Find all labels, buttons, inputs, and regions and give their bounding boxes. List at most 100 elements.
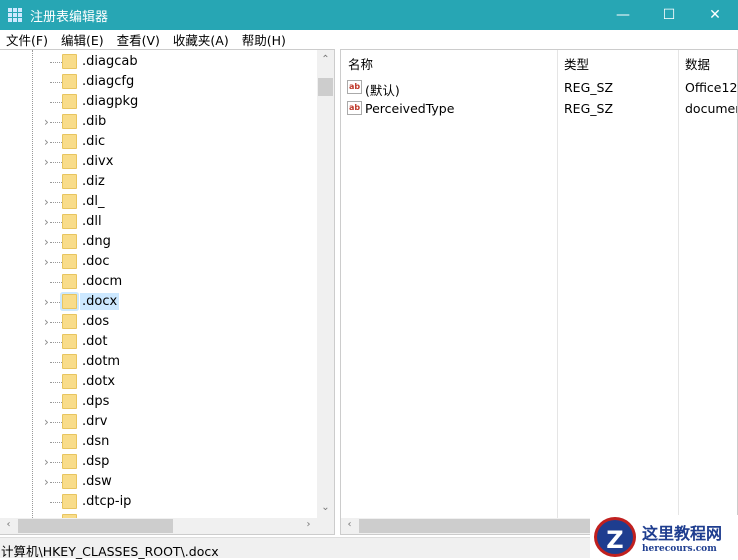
scroll-thumb[interactable] xyxy=(318,78,333,96)
expand-chevron-icon[interactable]: › xyxy=(44,235,49,249)
tree-node[interactable]: .diagcfg xyxy=(0,72,320,92)
folder-icon xyxy=(62,434,77,449)
tree-vertical-scrollbar[interactable]: ⌃ ⌄ xyxy=(317,50,334,520)
string-value-icon: ab xyxy=(347,101,362,115)
menu-help[interactable]: 帮助(H) xyxy=(236,30,293,49)
scroll-down-arrow[interactable]: ⌄ xyxy=(317,502,334,513)
tree-node-label: .diz xyxy=(82,174,105,189)
tree-connector xyxy=(50,462,62,463)
tree-connector xyxy=(50,142,62,143)
expand-chevron-icon[interactable]: › xyxy=(44,295,49,309)
folder-icon xyxy=(62,354,77,369)
tree-node-label: .dotx xyxy=(82,374,116,389)
tree-node[interactable]: › .drv xyxy=(0,412,320,432)
expand-chevron-icon[interactable]: › xyxy=(44,415,49,429)
list-header: 名称 类型 数据 xyxy=(341,50,737,534)
tree-connector xyxy=(50,442,62,443)
expand-chevron-icon[interactable]: › xyxy=(44,135,49,149)
tree-node[interactable]: .dsn xyxy=(0,432,320,452)
tree-node[interactable]: › .dsw xyxy=(0,472,320,492)
tree-node[interactable]: › .dng xyxy=(0,232,320,252)
folder-icon xyxy=(62,214,77,229)
expand-chevron-icon[interactable]: › xyxy=(44,195,49,209)
tree-node[interactable]: .dotx xyxy=(0,372,320,392)
regedit-icon xyxy=(8,8,22,22)
tree-node-label: .docm xyxy=(82,274,123,289)
tree-node-label: .dng xyxy=(82,234,111,249)
tree-node[interactable]: .diagpkg xyxy=(0,92,320,112)
menu-edit[interactable]: 编辑(E) xyxy=(55,30,111,49)
folder-icon xyxy=(62,254,77,269)
tree-node[interactable]: › .dot xyxy=(0,332,320,352)
folder-icon xyxy=(62,454,77,469)
value-row[interactable]: ab PerceivedType REG_SZ documer xyxy=(341,98,738,120)
folder-icon xyxy=(62,474,77,489)
tree-node[interactable]: › .divx xyxy=(0,152,320,172)
close-button[interactable]: ✕ xyxy=(692,0,738,30)
tree-node[interactable]: .dtcp-ip xyxy=(0,492,320,512)
tree-node[interactable]: › .dib xyxy=(0,112,320,132)
folder-icon xyxy=(62,414,77,429)
menu-file[interactable]: 文件(F) xyxy=(0,30,55,49)
minimize-button[interactable]: — xyxy=(600,0,646,30)
tree-node[interactable]: .diz xyxy=(0,172,320,192)
expand-chevron-icon[interactable]: › xyxy=(44,455,49,469)
values-list[interactable]: 名称 类型 数据 ab (默认) REG_SZ Office12. ab Per… xyxy=(340,49,738,535)
expand-chevron-icon[interactable]: › xyxy=(44,255,49,269)
folder-icon xyxy=(62,134,77,149)
expand-chevron-icon[interactable]: › xyxy=(44,115,49,129)
scroll-up-arrow[interactable]: ⌃ xyxy=(317,54,334,65)
tree-node-label: .diagcfg xyxy=(82,74,135,89)
tree-node-label: .dic xyxy=(82,134,106,149)
tree-node[interactable]: .diagcab xyxy=(0,52,320,72)
tree-node-label: .dtcp-ip xyxy=(82,494,132,509)
value-row[interactable]: ab (默认) REG_SZ Office12. xyxy=(341,77,737,99)
value-data: documer xyxy=(685,101,738,116)
tree-node-label: .dot xyxy=(82,334,108,349)
menu-view[interactable]: 查看(V) xyxy=(111,30,167,49)
tree-node-label: .dsp xyxy=(82,454,110,469)
column-name[interactable]: 名称 xyxy=(348,54,373,73)
column-type[interactable]: 类型 xyxy=(564,54,589,73)
title-bar: 注册表编辑器 — ☐ ✕ xyxy=(0,0,738,30)
watermark-url: herecours.com xyxy=(642,543,717,554)
tree-connector xyxy=(50,302,62,303)
tree-node[interactable]: › .dl_ xyxy=(0,192,320,212)
tree-connector xyxy=(50,362,62,363)
watermark: Z 这里教程网 herecours.com xyxy=(590,515,738,558)
scroll-thumb[interactable] xyxy=(18,519,173,533)
column-divider[interactable] xyxy=(557,50,558,534)
folder-icon xyxy=(62,374,77,389)
folder-icon xyxy=(62,74,77,89)
expand-chevron-icon[interactable]: › xyxy=(44,315,49,329)
tree-node[interactable]: › .docx xyxy=(0,292,320,312)
registry-tree[interactable]: .diagcab .diagcfg .diagpkg › .dib › .dic › .divx… xyxy=(0,49,335,535)
expand-chevron-icon[interactable]: › xyxy=(44,475,49,489)
tree-node[interactable]: › .doc xyxy=(0,252,320,272)
tree-node[interactable]: › .dos xyxy=(0,312,320,332)
expand-chevron-icon[interactable]: › xyxy=(44,215,49,229)
tree-node[interactable]: .docm xyxy=(0,272,320,292)
tree-node[interactable]: .dotm xyxy=(0,352,320,372)
tree-node[interactable]: › .dsp xyxy=(0,452,320,472)
column-data[interactable]: 数据 xyxy=(685,54,710,73)
tree-connector xyxy=(50,162,62,163)
tree-node-label: .drv xyxy=(82,414,108,429)
column-divider[interactable] xyxy=(678,50,679,534)
folder-icon xyxy=(62,334,77,349)
scroll-left-arrow[interactable]: ‹ xyxy=(341,519,358,530)
tree-node[interactable]: › .dic xyxy=(0,132,320,152)
scroll-left-arrow[interactable]: ‹ xyxy=(0,519,17,530)
tree-node[interactable]: .dps xyxy=(0,392,320,412)
expand-chevron-icon[interactable]: › xyxy=(44,155,49,169)
tree-connector xyxy=(50,382,62,383)
watermark-logo: Z xyxy=(594,516,636,557)
tree-node-label: .dps xyxy=(82,394,110,409)
folder-icon xyxy=(62,234,77,249)
expand-chevron-icon[interactable]: › xyxy=(44,335,49,349)
tree-node[interactable]: › .dll xyxy=(0,212,320,232)
tree-horizontal-scrollbar[interactable]: ‹ › xyxy=(0,518,334,534)
menu-favorites[interactable]: 收藏夹(A) xyxy=(167,30,236,49)
maximize-button[interactable]: ☐ xyxy=(646,0,692,30)
scroll-right-arrow[interactable]: › xyxy=(300,519,317,530)
